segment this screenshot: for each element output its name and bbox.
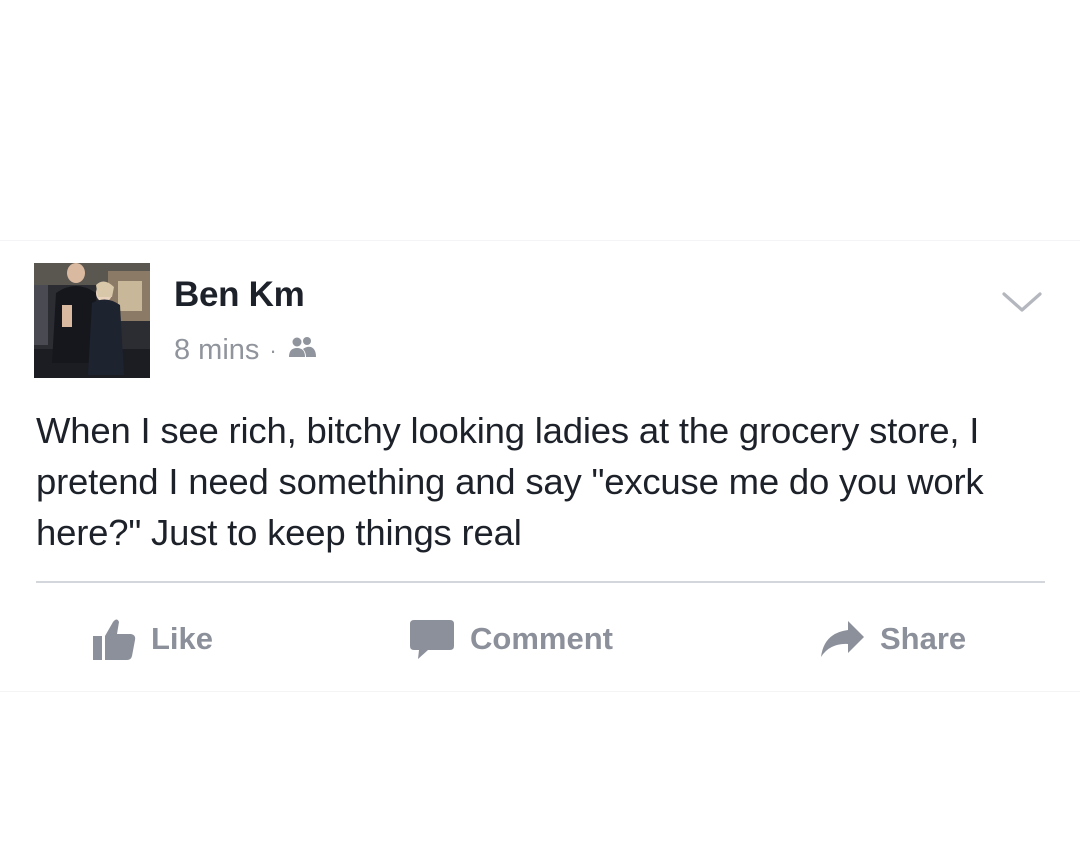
comment-label: Comment	[470, 621, 613, 656]
like-button[interactable]: Like	[91, 611, 213, 667]
page: Ben Km 8 mins · When I see rich, bitchy …	[0, 0, 1080, 866]
author-name[interactable]: Ben Km	[174, 275, 305, 315]
share-label: Share	[880, 621, 967, 656]
avatar[interactable]	[34, 263, 150, 378]
like-label: Like	[151, 621, 214, 656]
post-meta: 8 mins ·	[174, 334, 317, 367]
post-timestamp[interactable]: 8 mins	[174, 334, 259, 367]
comment-button[interactable]: Comment	[408, 611, 613, 667]
divider	[36, 581, 1045, 583]
meta-separator: ·	[269, 337, 277, 363]
thumbs-up-icon	[91, 616, 137, 662]
comment-bubble-icon	[408, 616, 456, 662]
share-button[interactable]: Share	[818, 611, 966, 667]
avatar-photo	[34, 263, 150, 378]
post-text: When I see rich, bitchy looking ladies a…	[36, 410, 984, 553]
post-card: Ben Km 8 mins · When I see rich, bitchy …	[0, 240, 1080, 692]
chevron-down-icon[interactable]	[1000, 289, 1044, 315]
friends-icon[interactable]	[287, 334, 317, 367]
share-arrow-icon	[818, 617, 866, 661]
